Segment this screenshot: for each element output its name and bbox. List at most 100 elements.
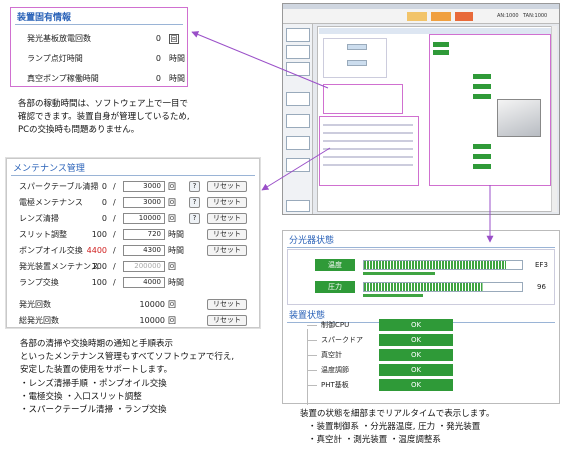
toolbar-chip[interactable] [431,12,451,21]
status-ok-indicator: OK [379,334,453,346]
maintenance-unit: 回 [168,214,176,223]
pressure-value: 96 [537,283,546,291]
maintenance-unit: 時間 [168,230,184,239]
device-info-label: 真空ポンプ稼働時間 [27,74,99,83]
maintenance-current-value: 0 [101,198,107,207]
toolbar-chip[interactable] [407,12,427,21]
maintenance-title: メンテナンス管理 [11,162,255,176]
status-ok-indicator: OK [379,379,453,391]
status-panel: 分光器状態 温度 EF3 圧力 96 装置状態 制御CPU OK スパークドア OK 真… [282,230,560,405]
total-count-label: 発光回数 [19,300,51,309]
caption-left-line: ・スパークテーブル清掃 ・ランプ交換 [20,405,167,415]
toolbar-chip[interactable] [455,12,473,21]
reset-button[interactable]: リセット [207,181,247,192]
sidebar-button[interactable] [286,200,310,212]
caption-top-line: PCの交換時も問題ありません。 [18,125,140,135]
maintenance-current-value: 100 [91,262,107,271]
total-count-unit: 回 [168,316,176,325]
status-item-label: PHT基板 [321,381,349,389]
maintenance-limit-field[interactable]: 4300 [123,245,165,256]
status-ok-indicator: OK [379,319,453,331]
slash-separator: / [113,214,116,223]
maintenance-item-label: ランプ交換 [19,278,59,287]
reset-button[interactable]: リセット [207,315,247,326]
device-info-value: 0 [155,54,161,63]
reset-button[interactable]: リセット [207,197,247,208]
spectrometer-title: 分光器状態 [287,234,555,248]
mini-row [323,124,413,126]
maintenance-unit: 時間 [168,246,184,255]
instrument-image [497,99,541,137]
mini-maint-panel [319,116,419,186]
maintenance-limit-field[interactable]: 720 [123,229,165,240]
maintenance-limit-field[interactable]: 10000 [123,213,165,224]
maintenance-item-label: スリット調整 [19,230,67,239]
device-info-unit: 時間 [169,74,185,83]
mini-row [323,132,413,134]
device-info-title: 装置固有情報 [15,11,183,25]
toolbar-status-2: TAN:1000 [523,13,548,19]
maintenance-item-label: 電極メンテナンス [19,198,83,207]
mini-green-bar [473,154,491,159]
maintenance-item-label: レンズ清掃 [19,214,59,223]
pressure-bar [363,282,523,292]
reset-button[interactable]: リセット [207,299,247,310]
maintenance-unit: 回 [168,198,176,207]
status-ok-indicator: OK [379,349,453,361]
config-button[interactable] [347,44,367,50]
status-tree-branch [307,355,317,356]
reset-button[interactable]: リセット [207,245,247,256]
maintenance-limit-field[interactable]: 3000 [123,197,165,208]
device-info-unit: 時間 [169,54,185,63]
caption-left-line: といったメンテナンス管理もすべてソフトウェアで行え, [20,352,235,362]
temperature-label: 温度 [315,259,355,271]
mini-green-bar [473,164,491,169]
device-info-label: ランプ点灯時間 [27,54,83,63]
reset-button[interactable]: リセット [207,229,247,240]
help-button[interactable]: ? [189,213,200,224]
slash-separator: / [113,230,116,239]
slash-separator: / [113,198,116,207]
caption-left-line: ・電極交換 ・入口スリット調整 [20,392,142,402]
temperature-bar [363,260,523,270]
toolbar-status-1: AN:1000 [497,13,519,19]
mini-green-bar [473,84,491,89]
slash-separator: / [113,278,116,287]
sidebar-button[interactable] [286,92,310,106]
caption-left-line: ・レンズ清掃手順 ・ポンプオイル交換 [20,379,167,389]
status-tree-branch [307,340,317,341]
device-info-value: 0 [155,74,161,83]
status-item-label: 温度調節 [321,366,349,374]
sidebar-button[interactable] [286,28,310,42]
status-item-label: 真空計 [321,351,342,359]
maintenance-limit-field[interactable]: 4000 [123,277,165,288]
app-scrollbar[interactable] [551,26,557,212]
help-button[interactable]: ? [189,197,200,208]
mini-green-bar [433,42,449,47]
maintenance-unit: 回 [168,182,176,191]
maintenance-limit-field[interactable]: 3000 [123,181,165,192]
caption-right-line: ・真空計 ・測光装置 ・温度調整系 [308,435,441,445]
reset-button[interactable]: リセット [207,213,247,224]
status-ok-indicator: OK [379,364,453,376]
help-button[interactable]: ? [189,181,200,192]
maintenance-current-value: 100 [91,230,107,239]
mini-row [323,164,413,166]
maintenance-current-value: 0 [101,214,107,223]
maintenance-limit-field[interactable]: 200000 [123,261,165,272]
sidebar-button[interactable] [286,45,310,59]
sidebar-button[interactable] [286,114,310,128]
bar-baseline [363,272,435,275]
slash-separator: / [113,246,116,255]
maintenance-panel: メンテナンス管理 スパークテーブル清掃 0/3000 回? リセット 電極メンテナンス 0… [6,158,260,328]
config-button[interactable] [347,60,367,66]
mini-row [323,156,413,158]
sidebar-button[interactable] [286,136,310,150]
slash-separator: / [113,262,116,271]
sidebar-button[interactable] [286,62,310,76]
caption-right-line: 装置の状態を細部までリアルタイムで表示します。 [300,409,495,419]
maintenance-item-label: ポンプオイル交換 [19,246,83,255]
temperature-value: EF3 [535,261,548,269]
sidebar-button[interactable] [286,158,310,172]
caption-top-line: 各部の稼動時間は、ソフトウェア上で一目で [18,99,189,109]
